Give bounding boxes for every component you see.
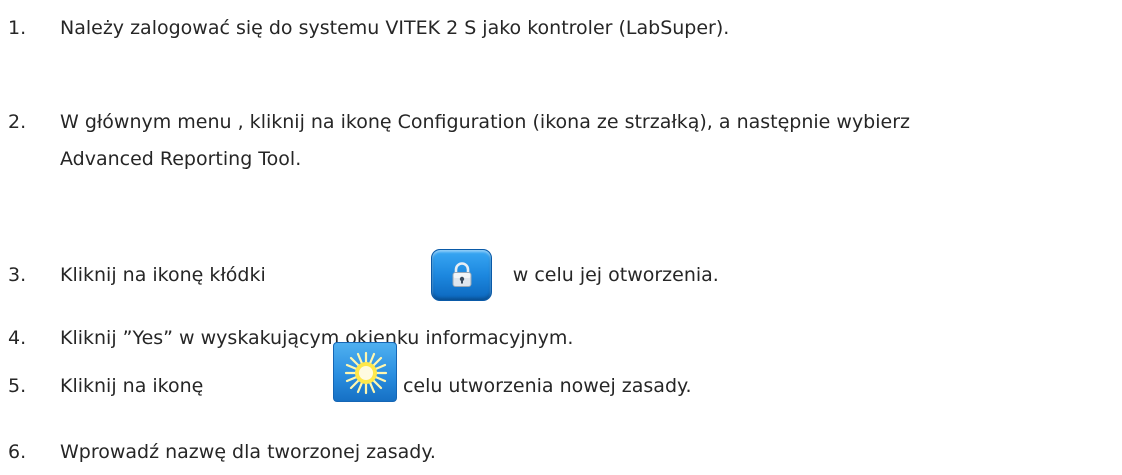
- step-text-line-2: Advanced Reporting Tool.: [60, 148, 302, 170]
- step-2: 2. W głównym menu , kliknij na ikonę Conf…: [8, 107, 910, 138]
- step-1: 1. Należy zalogować się do systemu VITEK …: [8, 13, 729, 44]
- lock-icon-button: [431, 249, 492, 301]
- lock-icon: [452, 262, 472, 287]
- step-4: 4. Kliknij ”Yes” w wyskakującym okienku i…: [8, 323, 573, 354]
- step-number: 3.: [8, 264, 27, 286]
- step-number: 6.: [8, 441, 27, 463]
- step-number: 4.: [8, 327, 27, 349]
- step-text: Wprowadź nazwę dla tworzonej zasady.: [60, 441, 436, 463]
- step-3: 3. Kliknij na ikonę kłódki w celu jej otwo…: [8, 260, 719, 291]
- sun-icon-button: [333, 342, 397, 402]
- sun-icon: [344, 351, 388, 395]
- step-number: 5.: [8, 375, 27, 397]
- step-6: 6. Wprowadź nazwę dla tworzonej zasady.: [8, 437, 436, 468]
- step-text-after: w celu utworzenia nowej zasady.: [381, 375, 692, 397]
- step-number: 2.: [8, 111, 27, 133]
- step-text-line-1: W głównym menu , kliknij na ikonę Config…: [60, 111, 910, 133]
- step-number: 1.: [8, 17, 27, 39]
- step-text-before: Kliknij na ikonę kłódki: [60, 264, 266, 286]
- step-text: Należy zalogować się do systemu VITEK 2 …: [60, 17, 730, 39]
- step-text: Kliknij ”Yes” w wyskakującym okienku inf…: [60, 327, 574, 349]
- step-text-before: Kliknij na ikonę: [60, 375, 204, 397]
- instruction-list: 1. Należy zalogować się do systemu VITEK …: [0, 0, 1122, 475]
- step-2-continuation: Advanced Reporting Tool.: [60, 144, 301, 175]
- step-text-after: w celu jej otworzenia.: [512, 264, 719, 286]
